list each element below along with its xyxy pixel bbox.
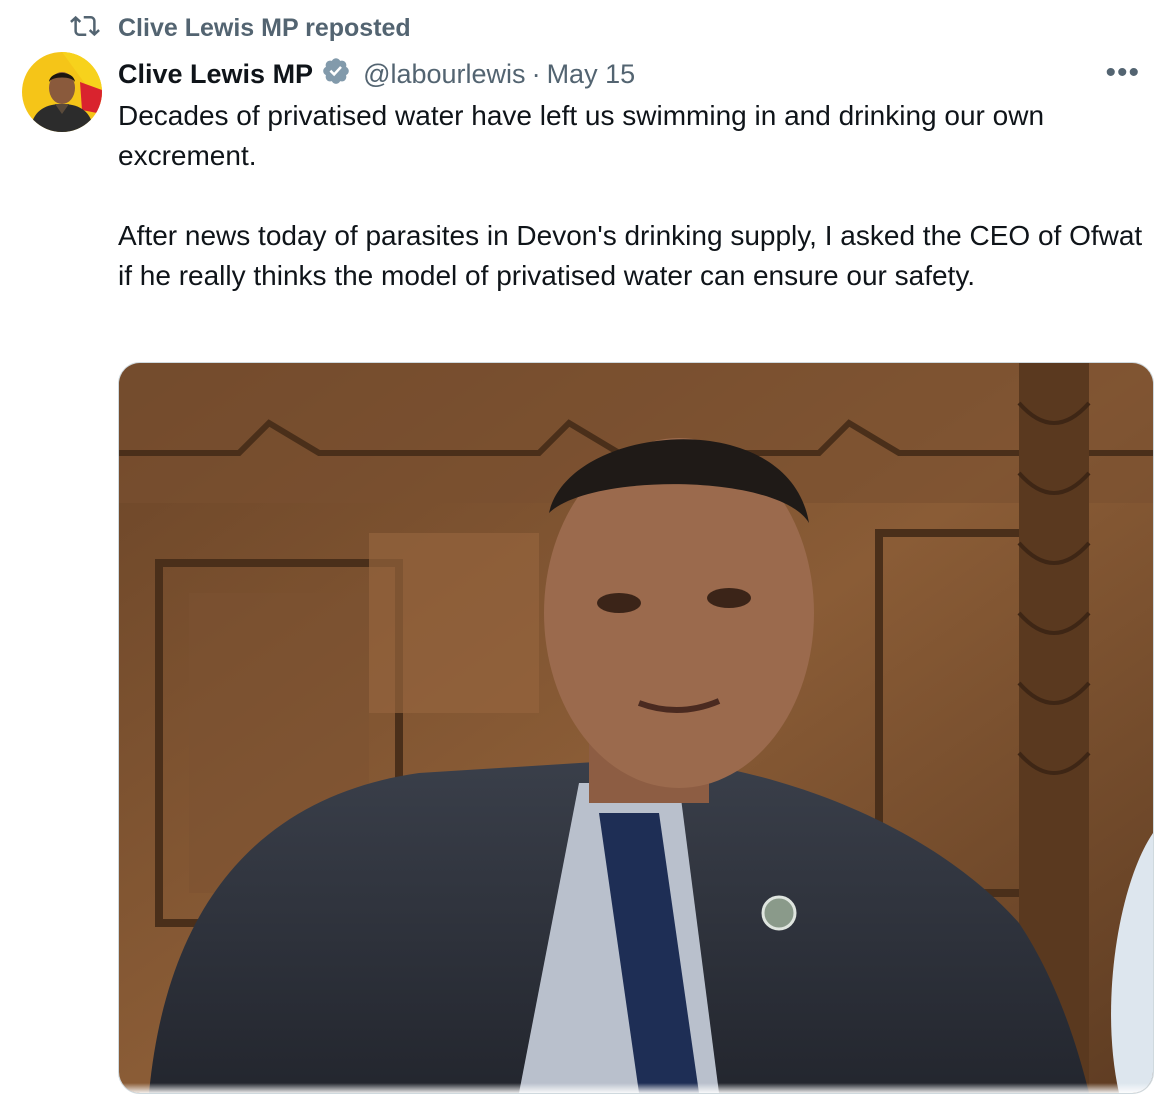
tweet-paragraph: After news today of parasites in Devon's… xyxy=(118,220,1143,291)
avatar[interactable] xyxy=(22,52,102,132)
author-name[interactable]: Clive Lewis MP xyxy=(118,59,313,90)
media-fade xyxy=(119,1083,1153,1093)
repost-icon xyxy=(70,11,100,46)
more-options-icon[interactable]: ••• xyxy=(1105,56,1140,90)
repost-label: Clive Lewis MP reposted xyxy=(118,13,411,42)
verified-badge-icon xyxy=(313,56,351,93)
tweet-text: Decades of privatised water have left us… xyxy=(118,96,1158,296)
repost-header[interactable]: Clive Lewis MP reposted xyxy=(70,12,411,44)
author-handle[interactable]: @labourlewis xyxy=(363,59,525,90)
media-image xyxy=(119,363,1153,1093)
tweet-header: Clive Lewis MP @labourlewis · May 15 ••• xyxy=(118,54,1140,94)
tweet-date[interactable]: May 15 xyxy=(547,59,636,90)
separator-dot: · xyxy=(531,58,541,89)
tweet-media[interactable] xyxy=(118,362,1154,1094)
tweet-paragraph: Decades of privatised water have left us… xyxy=(118,100,1045,171)
